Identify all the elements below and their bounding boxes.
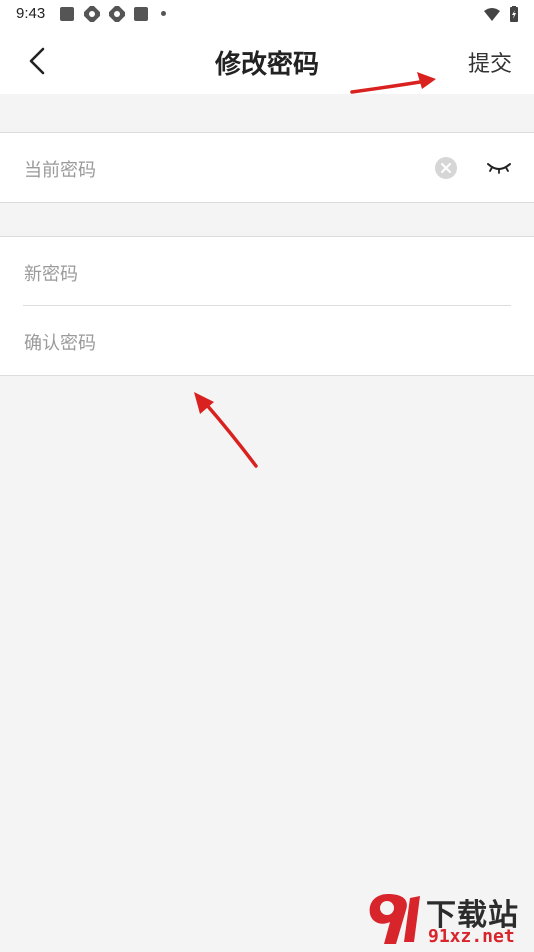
app-header: 修改密码 提交 <box>0 28 534 94</box>
watermark-91-logo-icon <box>369 894 420 944</box>
eye-closed-icon[interactable] <box>486 159 512 177</box>
submit-button[interactable]: 提交 <box>468 46 512 78</box>
current-password-field[interactable]: 当前密码 <box>0 133 534 202</box>
confirm-password-field[interactable]: 确认密码 <box>0 306 534 375</box>
more-notifications-dot-icon <box>161 11 166 16</box>
battery-icon <box>510 6 518 22</box>
app-notification-icon <box>84 6 100 22</box>
wifi-icon <box>484 8 500 21</box>
new-password-placeholder: 新密码 <box>24 264 78 285</box>
notification-square-icon <box>60 7 74 21</box>
clear-circle-icon[interactable] <box>435 157 457 179</box>
watermark-text-bottom: 91xz.net <box>428 926 515 947</box>
notification-square-icon <box>134 7 148 21</box>
watermark-logo: 下载站 91xz.net <box>366 888 532 948</box>
confirm-password-placeholder: 确认密码 <box>24 333 96 354</box>
current-password-placeholder: 当前密码 <box>24 160 96 181</box>
arrow-to-fields-annotation <box>194 392 258 468</box>
new-password-group: 新密码 确认密码 <box>0 236 534 376</box>
page-title: 修改密码 <box>214 50 319 80</box>
app-notification-icon <box>109 6 125 22</box>
new-password-field[interactable]: 新密码 <box>0 237 534 306</box>
current-password-group: 当前密码 <box>0 132 534 203</box>
status-time: 9:43 <box>16 5 46 22</box>
status-bar: 9:43 <box>0 0 534 28</box>
